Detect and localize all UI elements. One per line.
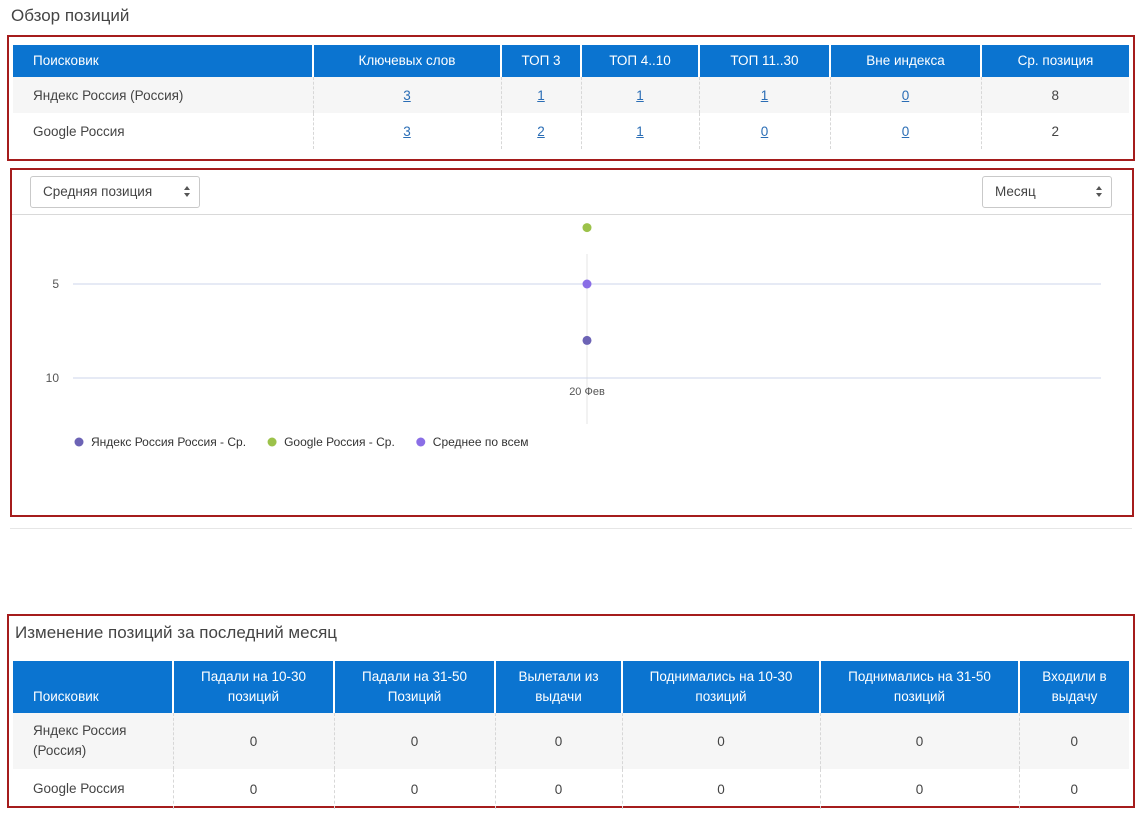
y-tick-label: 5 [52, 277, 59, 291]
entered-value: 0 [1018, 769, 1129, 809]
table-header-row: Поисковик Падали на 10-30 позиций Падали… [13, 661, 1129, 713]
top4-10-link[interactable]: 1 [636, 124, 644, 139]
data-point [582, 335, 592, 345]
table-row: Google Россия 0 0 0 0 0 0 [13, 769, 1129, 809]
engine-name: Яндекс Россия (Россия) [13, 713, 173, 769]
fell-31-50-value: 0 [333, 713, 495, 769]
column-header-dropped-out[interactable]: Вылетали из выдачи [495, 661, 623, 713]
period-select[interactable]: Месяц [982, 176, 1112, 208]
engine-name: Google Россия [33, 781, 125, 796]
legend-label: Среднее по всем [433, 435, 529, 449]
keywords-link[interactable]: 3 [403, 124, 411, 139]
avg-position-value: 2 [980, 113, 1129, 149]
engine-name: Яндекс Россия (Россия) [13, 77, 313, 113]
positions-overview-table: Поисковик Ключевых слов ТОП 3 ТОП 4..10 … [13, 45, 1129, 149]
column-header-rose-31-50[interactable]: Поднимались на 31-50 позиций [820, 661, 1020, 713]
engine-name: Google Россия [33, 123, 125, 139]
fell-31-50-value: 0 [333, 769, 495, 809]
fell-10-30-value: 0 [172, 769, 334, 809]
top3-link[interactable]: 2 [537, 124, 545, 139]
top11-30-link[interactable]: 0 [761, 124, 769, 139]
keywords-link[interactable]: 3 [403, 88, 411, 103]
metric-select[interactable]: Средняя позиция [30, 176, 200, 208]
entered-value: 0 [1018, 713, 1129, 769]
legend-label: Google Россия - Ср. [284, 435, 395, 449]
out-of-index-link[interactable]: 0 [902, 124, 910, 139]
legend-label: Яндекс Россия Россия - Ср. [91, 435, 246, 449]
table-header-row: Поисковик Ключевых слов ТОП 3 ТОП 4..10 … [13, 45, 1129, 77]
chart-toolbar: Средняя позиция Месяц [12, 170, 1132, 215]
top3-link[interactable]: 1 [537, 88, 545, 103]
positions-chart-panel: Средняя позиция Месяц 5 10 20 Фев Яндекс Ро… [10, 168, 1134, 517]
data-point [582, 223, 592, 233]
rose-10-30-value: 0 [621, 769, 820, 809]
column-header-keywords[interactable]: Ключевых слов [313, 45, 502, 77]
select-arrows-icon [1095, 185, 1103, 199]
dropped-out-value: 0 [494, 769, 622, 809]
top11-30-link[interactable]: 1 [761, 88, 769, 103]
column-header-top11-30[interactable]: ТОП 11..30 [699, 45, 831, 77]
section-title: Изменение позиций за последний месяц [15, 623, 338, 642]
table-row: Google Россия 3 2 1 0 0 2 [13, 113, 1129, 149]
rose-10-30-value: 0 [621, 713, 820, 769]
column-header-out-of-index[interactable]: Вне индекса [830, 45, 982, 77]
column-header-fell-10-30[interactable]: Падали на 10-30 позиций [173, 661, 335, 713]
column-header-avg-position[interactable]: Ср. позиция [981, 45, 1129, 77]
column-header-engine[interactable]: Поисковик [13, 45, 314, 77]
legend-marker [267, 437, 277, 447]
fell-10-30-value: 0 [172, 713, 334, 769]
period-select-value: Месяц [995, 184, 1036, 199]
positions-chart: 5 10 20 Фев Яндекс Россия Россия - Ср. Googl… [46, 223, 1101, 449]
data-point [582, 279, 592, 289]
column-header-top4-10[interactable]: ТОП 4..10 [581, 45, 700, 77]
legend-marker [416, 437, 426, 447]
column-header-top3[interactable]: ТОП 3 [501, 45, 582, 77]
y-tick-label: 10 [46, 371, 60, 385]
top4-10-link[interactable]: 1 [636, 88, 644, 103]
positions-overview-panel: Поисковик Ключевых слов ТОП 3 ТОП 4..10 … [7, 35, 1135, 161]
position-changes-table: Поисковик Падали на 10-30 позиций Падали… [13, 661, 1129, 809]
table-row: Яндекс Россия (Россия) 0 0 0 0 0 0 [13, 713, 1129, 769]
rose-31-50-value: 0 [819, 713, 1019, 769]
table-row: Яндекс Россия (Россия) 3 1 1 1 0 8 [13, 77, 1129, 113]
select-arrows-icon [183, 185, 191, 199]
column-header-fell-31-50[interactable]: Падали на 31-50 Позиций [334, 661, 496, 713]
position-changes-panel: Изменение позиций за последний месяц Пои… [7, 614, 1135, 809]
rose-31-50-value: 0 [819, 769, 1019, 809]
column-header-rose-10-30[interactable]: Поднимались на 10-30 позиций [622, 661, 821, 713]
metric-select-value: Средняя позиция [43, 184, 153, 199]
out-of-index-link[interactable]: 0 [902, 88, 910, 103]
x-tick-label: 20 Фев [569, 386, 605, 398]
dropped-out-value: 0 [494, 713, 622, 769]
page-title: Обзор позиций [11, 6, 130, 25]
divider [10, 528, 1132, 529]
avg-position-value: 8 [980, 77, 1129, 113]
column-header-engine[interactable]: Поисковик [13, 661, 174, 713]
legend-marker [74, 437, 84, 447]
column-header-entered[interactable]: Входили в выдачу [1019, 661, 1129, 713]
